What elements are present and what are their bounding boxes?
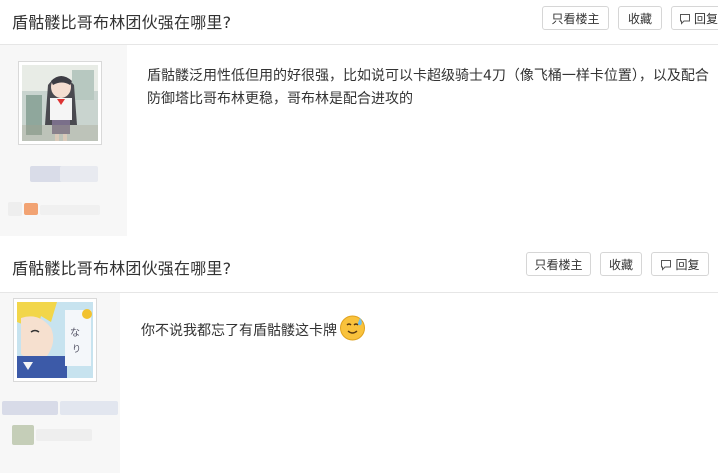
- username-blurred: [2, 401, 58, 415]
- comment-icon: [660, 255, 672, 279]
- sweat-smile-emoji-icon: [339, 314, 366, 341]
- post-body-2: 你不说我都忘了有盾骷髅这卡牌: [141, 314, 366, 343]
- post-1: 盾骷髅比哥布林团伙强在哪里? 只看楼主 收藏 回复 盾骷髅泛用性低但用的好很强，…: [0, 0, 718, 236]
- username-blurred-2: [60, 401, 118, 415]
- reply-button[interactable]: 回复: [651, 252, 709, 276]
- reply-button[interactable]: 回复: [671, 6, 718, 30]
- post-line: 盾骷髅泛用性低但用的好很强，比如说可以卡超级骑士4刀（像飞桶一样卡位置），以及配…: [147, 68, 709, 84]
- level-icon: [12, 425, 34, 445]
- only-op-button[interactable]: 只看楼主: [542, 6, 609, 30]
- avatar[interactable]: な り: [13, 298, 97, 382]
- post-line: 你不说我都忘了有盾骷髅这卡牌: [141, 323, 337, 339]
- username-blurred-2: [60, 166, 98, 182]
- thread-title: 盾骷髅比哥布林团伙强在哪里?: [12, 259, 232, 278]
- reply-label: 回复: [675, 258, 700, 272]
- svg-text:な: な: [70, 327, 80, 339]
- level-label-blurred: [40, 205, 100, 215]
- avatar-anime-girl-image: [22, 65, 98, 141]
- level-badge-blurred: [8, 202, 22, 216]
- svg-text:り: り: [72, 344, 81, 355]
- post-line: 防御塔比哥布林更稳，哥布林是配合进攻的: [147, 91, 413, 107]
- only-op-button[interactable]: 只看楼主: [526, 252, 591, 276]
- author-column: な り: [0, 293, 120, 473]
- author-column: [0, 45, 127, 236]
- favorite-button[interactable]: 收藏: [600, 252, 642, 276]
- favorite-button[interactable]: 收藏: [618, 6, 662, 30]
- level-label-blurred: [36, 429, 92, 441]
- thread-header: 盾骷髅比哥布林团伙强在哪里? 只看楼主 收藏 回复: [0, 0, 718, 45]
- avatar-anime-character-image: な り: [17, 302, 93, 378]
- thread-title: 盾骷髅比哥布林团伙强在哪里?: [12, 13, 232, 32]
- thread-header: 盾骷髅比哥布林团伙强在哪里? 只看楼主 收藏 回复: [0, 236, 718, 293]
- comment-icon: [679, 9, 691, 33]
- post-body-1: 盾骷髅泛用性低但用的好很强，比如说可以卡超级骑士4刀（像飞桶一样卡位置），以及配…: [147, 65, 709, 111]
- reply-label: 回复: [694, 12, 718, 26]
- avatar[interactable]: [18, 61, 102, 145]
- post-2: 盾骷髅比哥布林团伙强在哪里? 只看楼主 收藏 回复 な り 你不说我都忘了有盾骷…: [0, 236, 718, 473]
- level-icon: [24, 203, 38, 215]
